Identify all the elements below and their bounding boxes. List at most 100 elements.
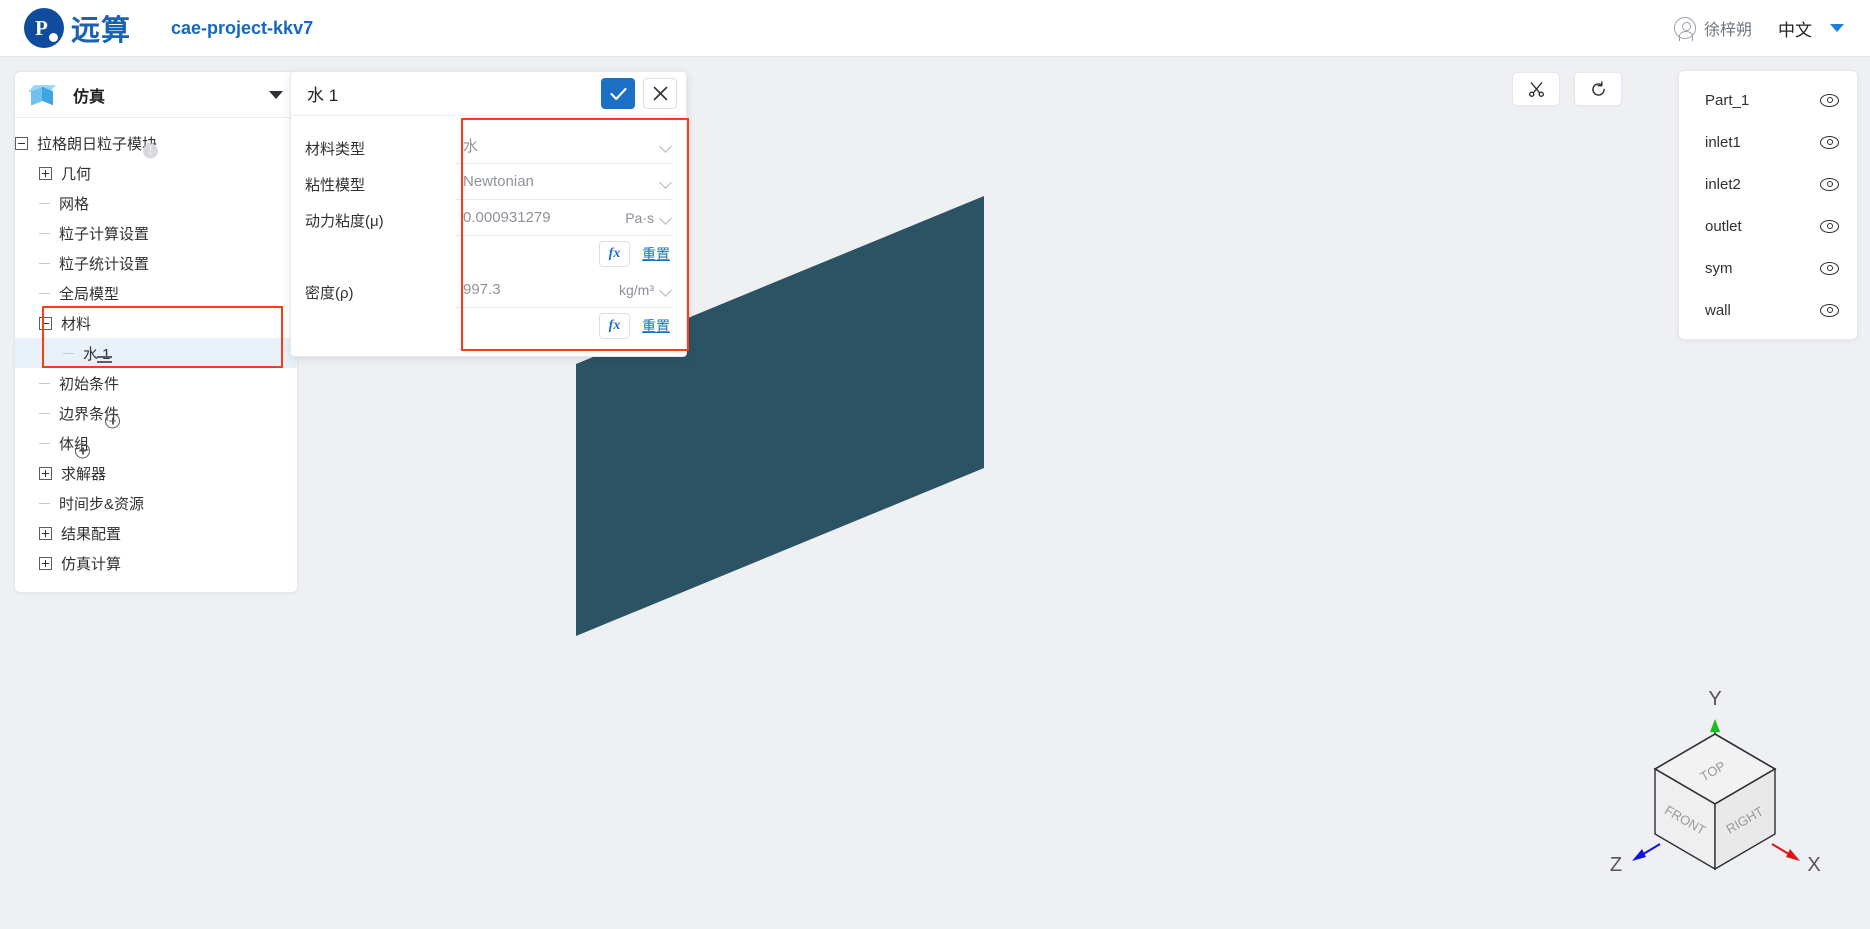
tree-branch-line xyxy=(39,502,50,504)
part-name: wall xyxy=(1705,301,1731,319)
cancel-button[interactable] xyxy=(643,78,677,109)
tree-body: 拉格朗日粒子模块 几何 网格 粒子计算设置 粒子统计设置 全局模型 材料 水 1… xyxy=(15,118,297,592)
list-menu-icon[interactable] xyxy=(96,356,112,368)
dynamic-viscosity-unit-select[interactable]: Pa·s xyxy=(596,200,672,236)
density-reset-link[interactable]: 重置 xyxy=(642,316,670,336)
expand-toggle-icon[interactable] xyxy=(39,466,52,480)
chevron-down-icon[interactable] xyxy=(661,178,672,185)
tree-node-global-model[interactable]: 全局模型 xyxy=(15,278,297,308)
dialog-header: 水 1 xyxy=(291,72,686,116)
tree-node-timestep-resources[interactable]: 时间步&资源 xyxy=(15,488,297,518)
tree-node-label: 几何 xyxy=(61,165,92,183)
part-row-0[interactable]: Part_1 xyxy=(1679,79,1857,121)
tree-branch-line xyxy=(39,382,50,384)
tree-branch-line xyxy=(39,292,50,294)
part-row-2[interactable]: inlet2 xyxy=(1679,163,1857,205)
add-circle-icon[interactable] xyxy=(75,443,91,458)
viewport-toolbar xyxy=(1512,72,1622,106)
material-properties-dialog: 水 1 材料类型 粘性模型 动力粘度(μ) 密度(ρ) 水 Newtonian … xyxy=(290,71,687,357)
visibility-eye-icon[interactable] xyxy=(1820,177,1839,191)
tree-node-geometry[interactable]: 几何 xyxy=(15,158,297,188)
dynamic-viscosity-formula-button[interactable]: fx xyxy=(599,241,630,267)
clip-scissors-button[interactable] xyxy=(1512,72,1560,106)
tree-node-initial-conditions[interactable]: 初始条件 xyxy=(15,368,297,398)
tree-node-label: 粒子计算设置 xyxy=(59,225,150,243)
density-formula-button[interactable]: fx xyxy=(599,313,630,339)
label-spacer xyxy=(305,238,456,274)
parts-panel: Part_1 inlet1 inlet2 outlet sym wall xyxy=(1678,70,1858,340)
dynamic-viscosity-reset-link[interactable]: 重置 xyxy=(642,244,670,264)
density-row: 997.3 kg/m³ xyxy=(456,272,672,308)
label-density: 密度(ρ) xyxy=(305,284,354,302)
part-row-4[interactable]: sym xyxy=(1679,247,1857,289)
project-name[interactable]: cae-project-kkv7 xyxy=(171,18,313,39)
language-selector[interactable]: 中文 xyxy=(1778,16,1812,41)
tree-node-label: 全局模型 xyxy=(59,285,120,303)
reset-view-button[interactable] xyxy=(1574,72,1622,106)
tree-node-simulation-run[interactable]: 仿真计算 xyxy=(15,548,297,578)
tree-node-label: 材料 xyxy=(61,315,92,333)
tree-branch-line xyxy=(39,262,50,264)
tree-node-boundary-conditions[interactable]: 边界条件 xyxy=(15,398,297,428)
navigation-cube[interactable]: TOP FRONT RIGHT Y Z X xyxy=(1600,679,1830,899)
dynamic-viscosity-input[interactable]: 0.000931279 xyxy=(456,200,596,236)
visibility-eye-icon[interactable] xyxy=(1820,261,1839,275)
visibility-eye-icon[interactable] xyxy=(1820,303,1839,317)
confirm-button[interactable] xyxy=(601,78,635,109)
chevron-down-icon[interactable] xyxy=(661,286,672,293)
part-name: Part_1 xyxy=(1705,91,1750,109)
tree-node-label: 初始条件 xyxy=(59,375,120,393)
density-actions: fx 重置 xyxy=(456,308,672,344)
top-bar: P 远算 cae-project-kkv7 徐梓朔 中文 xyxy=(0,0,1870,57)
tree-node-particle-stat-settings[interactable]: 粒子统计设置 xyxy=(15,248,297,278)
expand-toggle-icon[interactable] xyxy=(39,526,52,540)
tree-node-water-1[interactable]: 水 1 xyxy=(15,338,297,368)
tree-node-volume-group[interactable]: 体组 xyxy=(15,428,297,458)
tree-node-lagrange-module[interactable]: 拉格朗日粒子模块 xyxy=(15,128,297,158)
brand[interactable]: P 远算 xyxy=(24,7,131,49)
density-unit-select[interactable]: kg/m³ xyxy=(596,272,672,308)
label-dynamic-viscosity: 动力粘度(μ) xyxy=(305,212,384,230)
tree-branch-line xyxy=(39,232,50,234)
chevron-down-icon[interactable] xyxy=(661,214,672,221)
chevron-down-icon[interactable] xyxy=(269,90,283,99)
chevron-down-icon[interactable] xyxy=(1830,24,1844,32)
field-values-column: 水 Newtonian 0.000931279 Pa·s fx 重置 997.3… xyxy=(456,116,686,356)
part-row-5[interactable]: wall xyxy=(1679,289,1857,331)
simulation-tree-panel: 仿真 拉格朗日粒子模块 几何 网格 粒子计算设置 粒子统计设置 全局模型 材料 … xyxy=(14,71,298,593)
expand-toggle-icon[interactable] xyxy=(39,166,52,180)
add-circle-icon[interactable] xyxy=(105,413,121,428)
tree-node-mesh[interactable]: 网格 xyxy=(15,188,297,218)
visibility-eye-icon[interactable] xyxy=(1820,219,1839,233)
part-name: inlet1 xyxy=(1705,133,1741,151)
material-type-value: 水 xyxy=(463,138,479,155)
info-circle-icon[interactable] xyxy=(143,143,159,158)
density-input[interactable]: 997.3 xyxy=(456,272,596,308)
app-logo-icon: P xyxy=(24,8,64,48)
tree-branch-line xyxy=(39,442,50,444)
tree-node-label: 网格 xyxy=(59,195,90,213)
tree-node-material[interactable]: 材料 xyxy=(15,308,297,338)
expand-toggle-icon[interactable] xyxy=(39,556,52,570)
part-row-3[interactable]: outlet xyxy=(1679,205,1857,247)
visibility-eye-icon[interactable] xyxy=(1820,93,1839,107)
collapse-toggle-icon[interactable] xyxy=(39,316,52,330)
check-icon xyxy=(609,87,627,100)
visibility-eye-icon[interactable] xyxy=(1820,135,1839,149)
user-name[interactable]: 徐梓朔 xyxy=(1704,16,1752,40)
tree-node-solver[interactable]: 求解器 xyxy=(15,458,297,488)
material-type-select[interactable]: 水 xyxy=(456,128,672,164)
dynamic-viscosity-actions: fx 重置 xyxy=(456,236,672,272)
collapse-toggle-icon[interactable] xyxy=(15,136,28,150)
tree-header-label: 仿真 xyxy=(73,88,106,106)
tree-node-particle-compute-settings[interactable]: 粒子计算设置 xyxy=(15,218,297,248)
clip-scissors-icon xyxy=(1528,81,1544,97)
chevron-down-icon[interactable] xyxy=(661,142,672,149)
tree-node-label: 粒子统计设置 xyxy=(59,255,150,273)
part-row-1[interactable]: inlet1 xyxy=(1679,121,1857,163)
label-spacer xyxy=(305,310,456,346)
viscosity-model-select[interactable]: Newtonian xyxy=(456,164,672,200)
tree-node-result-config[interactable]: 结果配置 xyxy=(15,518,297,548)
tree-header[interactable]: 仿真 xyxy=(15,72,297,118)
dialog-title: 水 1 xyxy=(307,86,339,105)
